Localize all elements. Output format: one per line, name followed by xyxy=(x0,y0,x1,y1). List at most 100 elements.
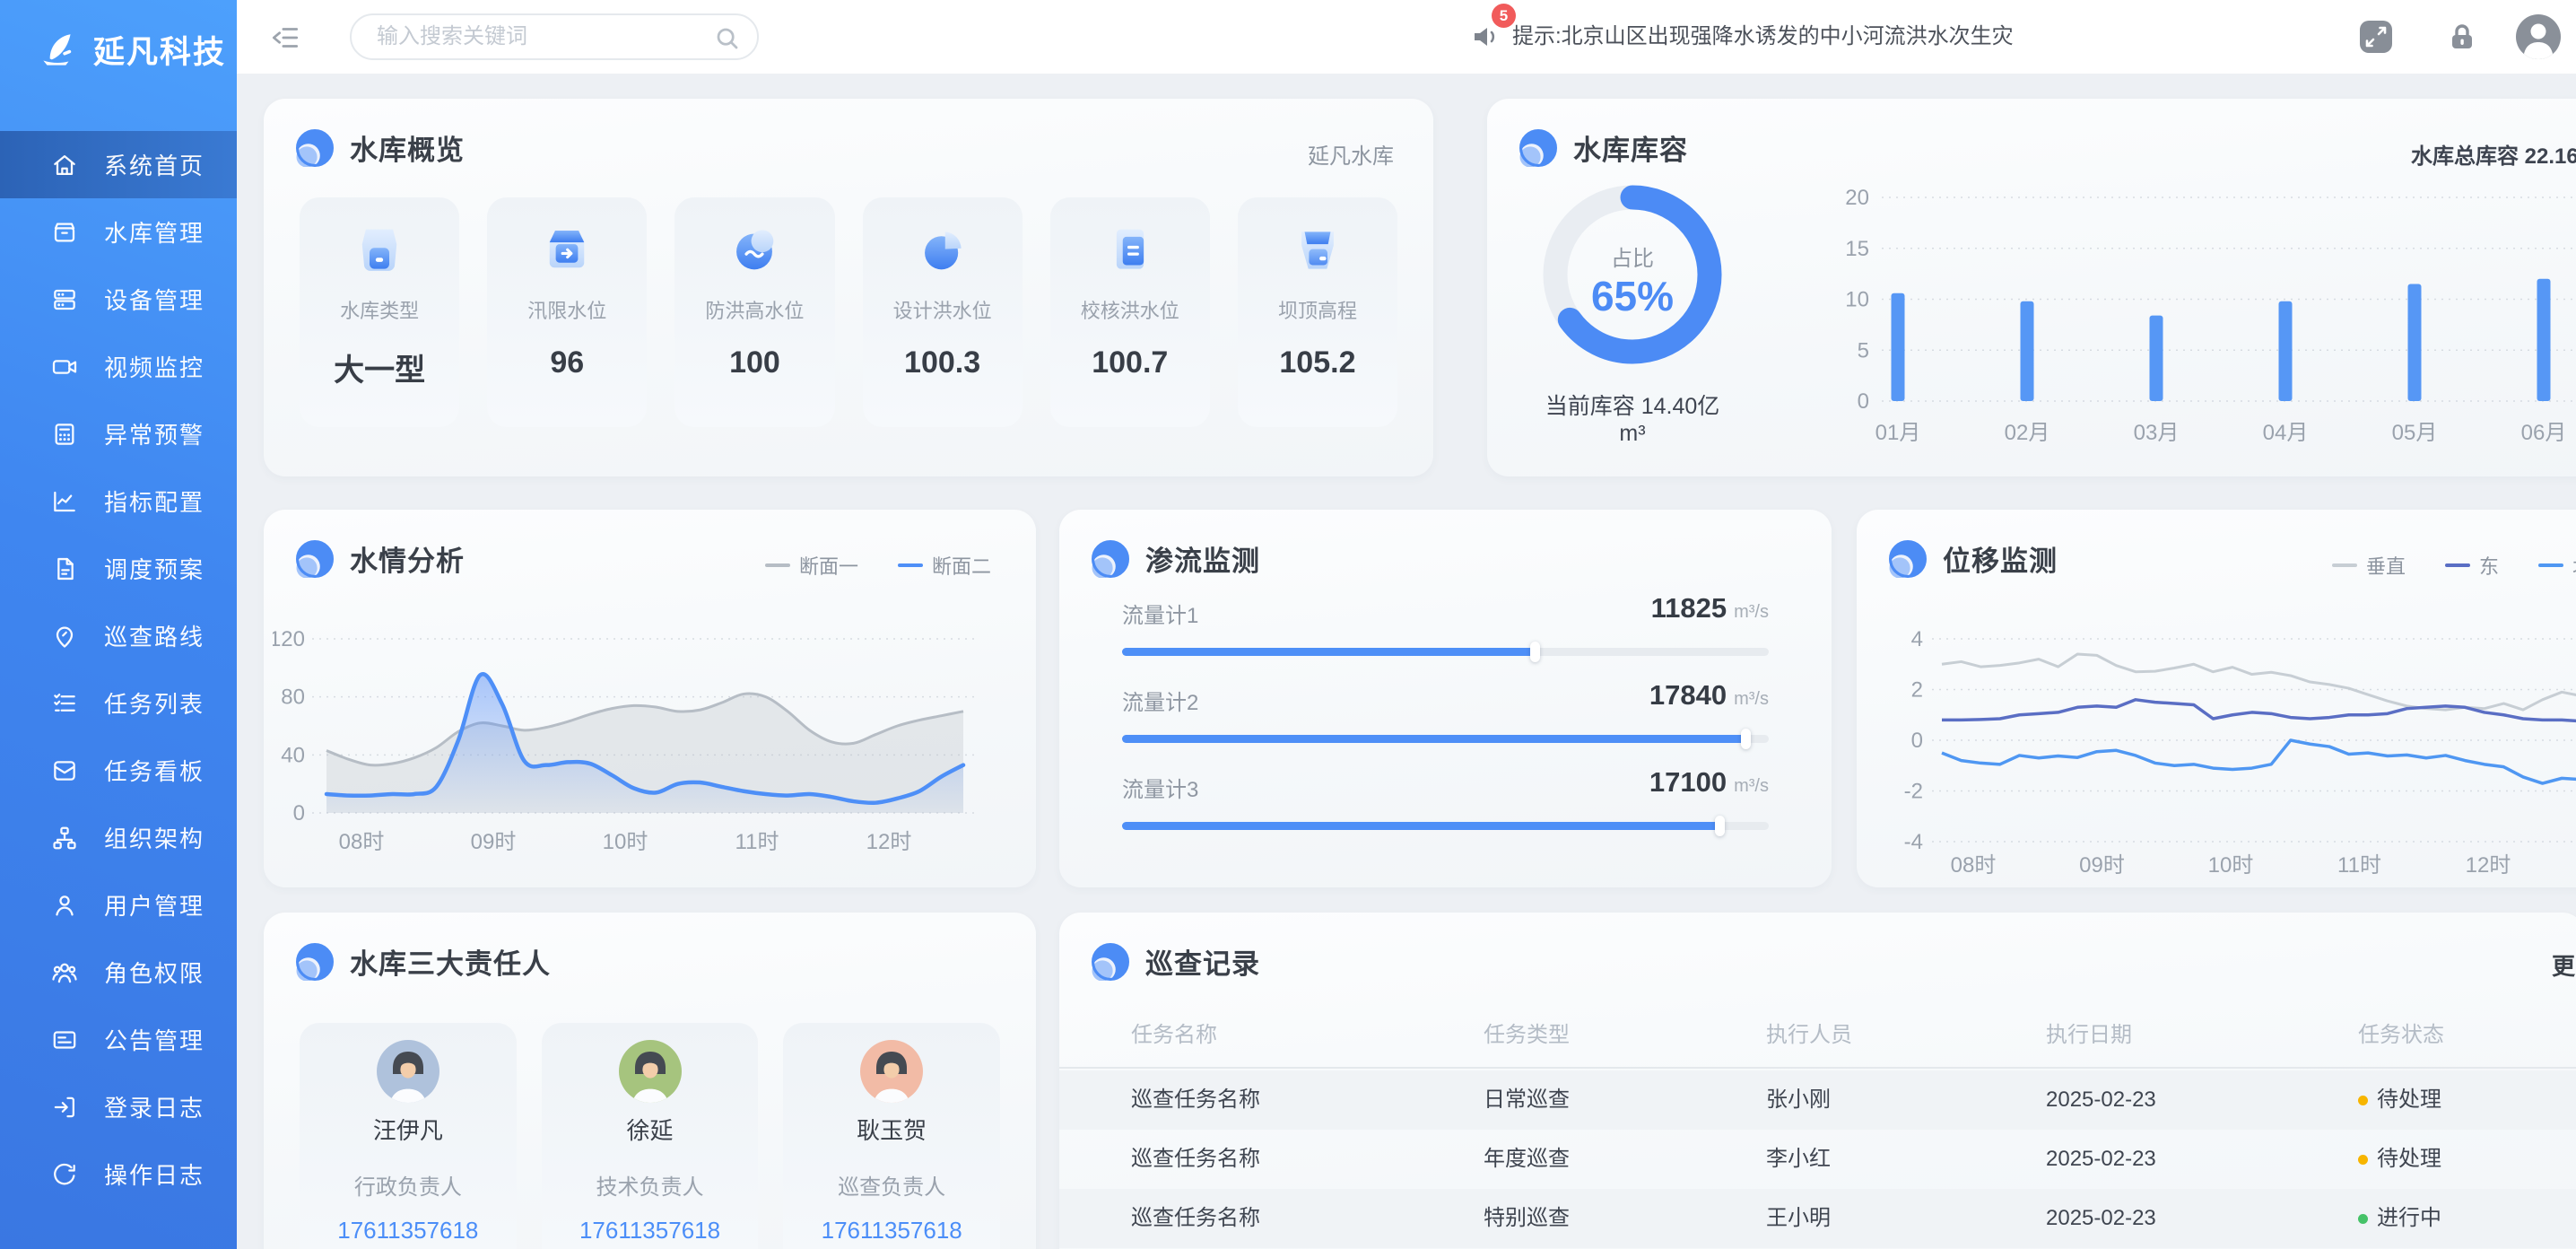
sidebar-item-home[interactable]: 系统首页 xyxy=(0,131,237,198)
stat-tile: 校核洪水位 100.7 xyxy=(1050,197,1210,427)
legend-item[interactable]: 东 xyxy=(2445,551,2499,580)
meter-thumb[interactable] xyxy=(1741,729,1751,749)
stat-type-icon xyxy=(350,221,409,280)
video-icon xyxy=(50,353,79,381)
search-icon[interactable] xyxy=(714,25,741,52)
home-icon xyxy=(50,151,79,179)
svg-text:09时: 09时 xyxy=(2079,853,2125,878)
water-area-chart: 0408012008时09时10时11时12时 xyxy=(273,617,990,878)
svg-text:08时: 08时 xyxy=(339,830,385,854)
legend-item[interactable]: 垂直 xyxy=(2332,551,2406,580)
donut-chart: 占比65% xyxy=(1537,179,1727,370)
svg-text:2: 2 xyxy=(1911,678,1923,703)
card-displacement-monitor: 位移监测 垂直东北 -4-202408时09时10时11时12时 xyxy=(1857,510,2576,887)
stat-limit-icon xyxy=(537,221,596,280)
legend-item[interactable]: 北 xyxy=(2538,551,2576,580)
card-sphere-icon xyxy=(1092,540,1129,578)
card-sphere-icon xyxy=(296,129,334,167)
sidebar-item-oplog[interactable]: 操作日志 xyxy=(0,1140,237,1208)
card-sphere-icon xyxy=(1889,540,1927,578)
sidebar-item-reservoir[interactable]: 水库管理 xyxy=(0,198,237,266)
svg-text:0: 0 xyxy=(1858,389,1869,414)
table-row[interactable]: 巡查任务名称年度巡查李小红2025-02-23待处理 xyxy=(1059,1130,2576,1189)
org-icon xyxy=(50,824,79,852)
card-reservoir-capacity: 水库库容 水库总库容 22.16亿m³ 占比65% 当前库容 14.40亿m³ … xyxy=(1487,99,2576,476)
svg-text:03月: 03月 xyxy=(2134,421,2180,445)
route-icon xyxy=(50,622,79,651)
meter-thumb[interactable] xyxy=(1530,642,1540,662)
sidebar-item-metric[interactable]: 指标配置 xyxy=(0,467,237,535)
reservoir-icon xyxy=(50,218,79,247)
sidebar-item-plan[interactable]: 调度预案 xyxy=(0,535,237,602)
svg-text:-4: -4 xyxy=(1904,830,1923,854)
displacement-legend: 垂直 东 北 xyxy=(2332,551,2576,580)
svg-text:0: 0 xyxy=(1911,729,1923,753)
person-phone[interactable]: 17611357618 xyxy=(783,1217,1000,1245)
topbar: 5 提示:北京山区出现强降水诱发的中小河流洪水次生灾害风险较大，请部门加强防范。… xyxy=(237,0,2576,74)
person-avatar xyxy=(618,1039,683,1104)
svg-text:40: 40 xyxy=(281,743,305,767)
legend-item[interactable]: 断面一 xyxy=(765,551,858,580)
column-header: 任务类型 xyxy=(1484,1013,1766,1067)
card-sphere-icon xyxy=(1519,129,1557,167)
legend-item[interactable]: 断面二 xyxy=(898,551,991,580)
svg-text:65%: 65% xyxy=(1591,273,1674,319)
sidebar-item-route[interactable]: 巡查路线 xyxy=(0,602,237,669)
card-title: 水库库容 xyxy=(1573,127,1688,168)
sail-logo-icon xyxy=(36,28,81,73)
alert-icon xyxy=(50,420,79,449)
sidebar-item-board[interactable]: 任务看板 xyxy=(0,737,237,804)
more-link[interactable]: 更多 xyxy=(2552,948,2576,982)
flow-meter-row: 流量计3 17100m³/s xyxy=(1122,766,1769,853)
flow-meters: 流量计1 11825m³/s 流量计2 17840m³/s xyxy=(1122,592,1769,853)
stat-tile: 坝顶高程 105.2 xyxy=(1238,197,1397,427)
table-row[interactable]: 巡查任务名称日常巡查张小刚2025-02-23待处理 xyxy=(1059,1070,2576,1130)
stat-floodhigh-icon xyxy=(725,221,784,280)
flow-meter-row: 流量计2 17840m³/s xyxy=(1122,679,1769,766)
stat-tile: 防洪高水位 100 xyxy=(674,197,834,427)
column-header: 任务状态 xyxy=(2358,1013,2576,1067)
dashboard: 延凡科技 系统首页 水库管理 设备管理 xyxy=(0,0,2576,1249)
table-row[interactable]: 巡查任务名称特别巡查王小明2025-02-23进行中 xyxy=(1059,1189,2576,1248)
tasklist-icon xyxy=(50,689,79,718)
svg-text:01月: 01月 xyxy=(1875,421,1921,445)
svg-text:06月: 06月 xyxy=(2521,421,2567,445)
search-input[interactable] xyxy=(375,17,698,57)
sidebar-item-tasklist[interactable]: 任务列表 xyxy=(0,669,237,737)
fullscreen-icon[interactable] xyxy=(2359,20,2393,54)
status-dot xyxy=(2358,1214,2368,1224)
search-box xyxy=(350,13,759,60)
sidebar-item-device[interactable]: 设备管理 xyxy=(0,266,237,333)
svg-text:12时: 12时 xyxy=(866,830,912,854)
lock-icon[interactable] xyxy=(2445,20,2479,54)
current-capacity: 当前库容 14.40亿m³ xyxy=(1537,389,1727,447)
water-legend: 断面一 断面二 xyxy=(765,551,991,580)
notice-icon xyxy=(50,1026,79,1054)
person-phone[interactable]: 17611357618 xyxy=(300,1217,517,1245)
svg-text:0: 0 xyxy=(293,801,305,825)
meter-thumb[interactable] xyxy=(1715,816,1725,836)
card-seepage-monitor: 渗流监测 流量计1 11825m³/s 流量计2 17840m³/s xyxy=(1059,510,1832,887)
overview-stats: 水库类型 大一型 汛限水位 96 防洪高水位 100 设计洪水位 xyxy=(300,197,1397,427)
card-sphere-icon xyxy=(296,540,334,578)
sidebar-item-login[interactable]: 登录日志 xyxy=(0,1073,237,1140)
status-dot xyxy=(2358,1155,2368,1165)
sidebar: 延凡科技 系统首页 水库管理 设备管理 xyxy=(0,0,237,1249)
svg-text:11时: 11时 xyxy=(735,830,779,854)
sidebar-item-org[interactable]: 组织架构 xyxy=(0,804,237,871)
sidebar-item-role[interactable]: 角色权限 xyxy=(0,939,237,1006)
column-header: 执行日期 xyxy=(2046,1013,2358,1067)
collapse-sidebar-icon[interactable] xyxy=(269,22,301,54)
user-avatar-icon[interactable] xyxy=(2515,13,2562,60)
sidebar-item-notice[interactable]: 公告管理 xyxy=(0,1006,237,1073)
person-phone[interactable]: 17611357618 xyxy=(542,1217,759,1245)
svg-text:5: 5 xyxy=(1858,338,1869,362)
sidebar-item-user[interactable]: 用户管理 xyxy=(0,871,237,939)
displacement-line-chart: -4-202408时09时10时11时12时 xyxy=(1875,607,2576,878)
sidebar-item-alert[interactable]: 异常预警 xyxy=(0,400,237,467)
card-water-analysis: 水情分析 断面一断面二 0408012008时09时10时11时12时 xyxy=(264,510,1036,887)
card-title: 水情分析 xyxy=(350,538,465,579)
card-responsible-persons: 水库三大责任人 汪伊凡 行政负责人 17611357618 xyxy=(264,913,1036,1249)
svg-text:10时: 10时 xyxy=(603,830,648,854)
sidebar-item-video[interactable]: 视频监控 xyxy=(0,333,237,400)
